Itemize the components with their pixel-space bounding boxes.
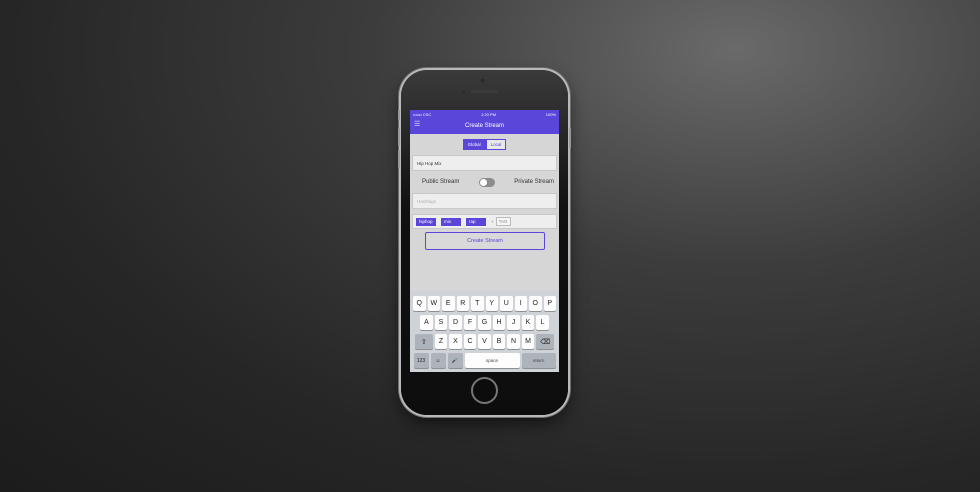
iphone-device: •••oo CSC 1:20 PM 100% ☰ Create Stream G… — [398, 70, 571, 415]
key-f[interactable]: F — [463, 315, 477, 330]
power-button — [569, 128, 571, 148]
public-stream-label: Public Stream — [422, 179, 460, 185]
key-b[interactable]: B — [492, 334, 506, 349]
key-i[interactable]: I — [514, 296, 527, 311]
tag-chip[interactable]: rap — [466, 217, 486, 226]
home-button[interactable] — [471, 377, 498, 404]
key-g[interactable]: G — [478, 315, 491, 330]
app-screen: •••oo CSC 1:20 PM 100% ☰ Create Stream G… — [410, 110, 559, 372]
keyboard-row-3: ⇧ Z X C V B N M ⌫ — [410, 334, 559, 349]
plus-icon: + — [491, 219, 494, 224]
privacy-toggle[interactable] — [478, 177, 495, 187]
scope-segmented-control: Global Local — [410, 139, 559, 150]
key-l[interactable]: L — [536, 315, 549, 330]
numbers-key[interactable]: 123 — [413, 353, 429, 368]
tag-chip[interactable]: hiphop — [416, 217, 436, 226]
key-u[interactable]: U — [500, 296, 513, 311]
stream-name-input[interactable]: Hip Hop Mix — [412, 155, 557, 171]
privacy-row: Public Stream Private Stream — [410, 176, 559, 188]
volume-down-button — [398, 150, 400, 168]
key-h[interactable]: H — [492, 315, 506, 330]
key-x[interactable]: X — [449, 334, 462, 349]
keyboard-row-1: Q W E R T Y U I O P — [410, 296, 559, 311]
key-r[interactable]: R — [456, 296, 469, 311]
page-title: Create Stream — [464, 123, 504, 129]
key-n[interactable]: N — [507, 334, 520, 349]
keyboard: Q W E R T Y U I O P A S D F G H J K L ⇧ … — [410, 291, 559, 372]
space-key[interactable]: space — [464, 353, 520, 368]
key-t[interactable]: T — [471, 296, 484, 311]
keyboard-row-2: A S D F G H J K L — [410, 315, 559, 330]
tag-chip[interactable]: mix — [441, 217, 461, 226]
key-d[interactable]: D — [449, 315, 462, 330]
key-y[interactable]: Y — [485, 296, 498, 311]
create-stream-button[interactable]: Create Stream — [425, 232, 545, 250]
hashtags-input[interactable]: Hashtags — [412, 193, 557, 209]
battery-label: 100% — [545, 111, 556, 117]
key-v[interactable]: V — [478, 334, 491, 349]
key-m[interactable]: M — [521, 334, 535, 349]
add-tag-label: TAG — [495, 217, 511, 226]
navigation-bar: ☰ Create Stream — [410, 118, 559, 134]
clock: 1:20 PM — [481, 111, 496, 117]
key-p[interactable]: P — [543, 296, 556, 311]
add-tag-button[interactable]: + TAG — [491, 217, 511, 226]
mute-switch — [398, 110, 400, 120]
menu-icon[interactable]: ☰ — [414, 121, 422, 129]
key-q[interactable]: Q — [413, 296, 426, 311]
volume-up-button — [398, 128, 400, 146]
key-o[interactable]: O — [529, 296, 542, 311]
return-key[interactable]: return — [521, 353, 556, 368]
key-z[interactable]: Z — [434, 334, 448, 349]
earpiece-speaker — [470, 90, 498, 93]
private-stream-label: Private Stream — [514, 179, 554, 185]
key-s[interactable]: S — [434, 315, 448, 330]
key-k[interactable]: K — [521, 315, 535, 330]
key-w[interactable]: W — [427, 296, 440, 311]
segment-local[interactable]: Local — [485, 139, 507, 150]
keyboard-row-4: 123 ☺ 🎤 space return — [410, 353, 559, 368]
key-a[interactable]: A — [420, 315, 433, 330]
segment-global[interactable]: Global — [462, 139, 486, 150]
tags-row: hiphop mix rap + TAG — [412, 214, 557, 229]
key-j[interactable]: J — [507, 315, 520, 330]
proximity-sensor — [462, 90, 465, 93]
key-e[interactable]: E — [442, 296, 455, 311]
carrier-label: •••oo CSC — [413, 111, 432, 117]
toggle-knob — [479, 178, 487, 186]
emoji-key[interactable]: ☺ — [430, 353, 446, 368]
shift-key[interactable]: ⇧ — [414, 334, 433, 349]
front-camera — [480, 78, 485, 83]
microphone-icon[interactable]: 🎤 — [447, 353, 463, 368]
key-c[interactable]: C — [463, 334, 477, 349]
backspace-key[interactable]: ⌫ — [536, 334, 555, 349]
status-bar: •••oo CSC 1:20 PM 100% — [410, 110, 559, 118]
